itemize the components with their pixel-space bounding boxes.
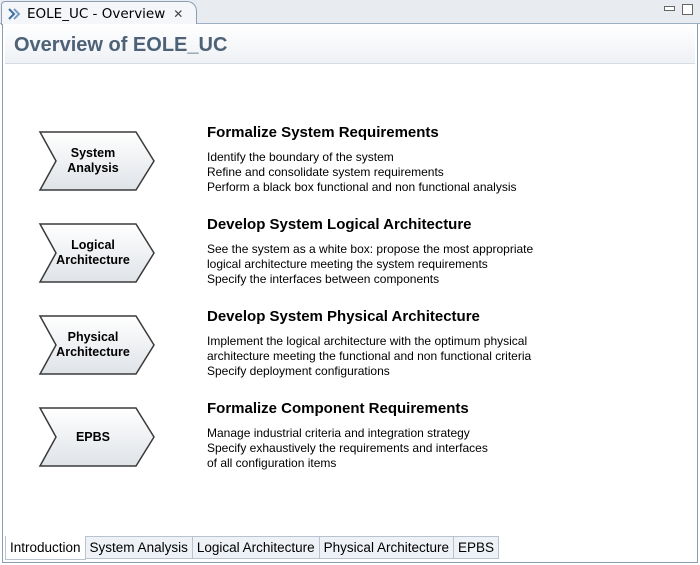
row-title: Develop System Logical Architecture [207, 216, 472, 233]
tab-epbs[interactable]: EPBS [453, 536, 500, 559]
tab-system-analysis[interactable]: System Analysis [85, 536, 193, 559]
tab-physical-architecture[interactable]: Physical Architecture [319, 536, 454, 559]
editor-tab-strip: EOLE_UC - Overview ✕ [0, 0, 700, 25]
overview-page: Overview of EOLE_UC System Analysis Form… [2, 24, 698, 563]
row-system-analysis: System Analysis Formalize System Require… [3, 124, 693, 220]
minimize-icon[interactable] [664, 6, 675, 11]
row-title: Formalize System Requirements [207, 124, 439, 141]
row-description: Implement the logical architecture with … [207, 334, 532, 378]
physical-architecture-chevron-label: Physical Architecture [56, 330, 130, 359]
system-analysis-chevron-label: System Analysis [67, 146, 119, 175]
row-description: See the system as a white box: propose t… [207, 242, 534, 286]
row-title: Develop System Physical Architecture [207, 308, 480, 325]
maximize-icon[interactable] [682, 4, 693, 15]
editor-tab[interactable]: EOLE_UC - Overview ✕ [1, 1, 197, 25]
close-icon[interactable]: ✕ [173, 7, 183, 21]
tab-logical-architecture[interactable]: Logical Architecture [192, 536, 320, 559]
row-epbs: EPBS Formalize Component Requirements Ma… [3, 400, 693, 496]
logical-architecture-chevron-label: Logical Architecture [56, 238, 130, 267]
bottom-tab-bar: Introduction System Analysis Logical Arc… [5, 536, 500, 560]
tab-introduction[interactable]: Introduction [5, 536, 86, 560]
capella-editor-icon [8, 7, 21, 20]
row-description: Identify the boundary of the system Refi… [207, 150, 517, 194]
epbs-chevron-label: EPBS [75, 429, 111, 444]
row-title: Formalize Component Requirements [207, 400, 469, 417]
editor-tab-title: EOLE_UC - Overview [27, 5, 166, 22]
page-header: Overview of EOLE_UC [5, 24, 695, 64]
row-description: Manage industrial criteria and integrati… [207, 426, 488, 470]
page-title: Overview of EOLE_UC [14, 34, 228, 56]
row-logical-architecture: Logical Architecture Develop System Logi… [3, 216, 693, 312]
row-physical-architecture: Physical Architecture Develop System Phy… [3, 308, 693, 404]
